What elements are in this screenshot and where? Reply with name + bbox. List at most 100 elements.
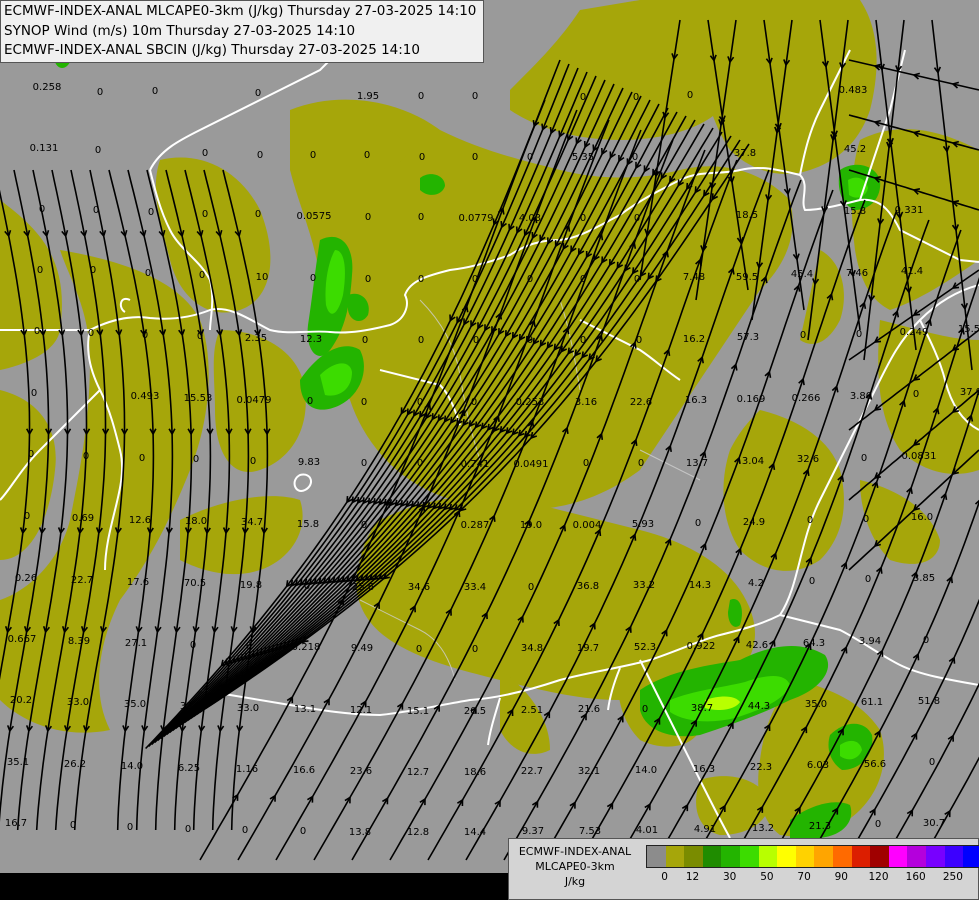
sbcin-value: 0 — [93, 205, 99, 216]
sbcin-value: 0 — [580, 92, 586, 103]
legend-swatch — [702, 846, 722, 867]
map-canvas: 0.258 0 0 0 1.95 0 0 0 0 0 0.483 0.131 0 0 0 0 0 0 0 0 5.35 0… — [0, 0, 979, 900]
sbcin-value: 0 — [929, 757, 935, 768]
sbcin-value: 0 — [361, 520, 367, 531]
sbcin-value: 0 — [255, 209, 261, 220]
sbcin-value: 0 — [127, 822, 133, 833]
sbcin-value: 37.8 — [734, 148, 756, 159]
sbcin-value: 0.004 — [573, 520, 602, 531]
sbcin-value: 0 — [695, 518, 701, 529]
sbcin-value: 16.7 — [5, 818, 27, 829]
title-line-cape: ECMWF-INDEX-ANAL MLCAPE0-3km (J/kg) Thur… — [4, 3, 477, 19]
sbcin-value: 20.5 — [464, 706, 486, 717]
sbcin-value: 0 — [417, 397, 423, 408]
sbcin-value: 15.8 — [844, 206, 866, 217]
sbcin-value: 0 — [70, 820, 76, 831]
legend-tick-label: 70 — [797, 871, 811, 883]
sbcin-value: 35.0 — [805, 699, 827, 710]
sbcin-value: 57.3 — [737, 332, 759, 343]
sbcin-value: 0 — [190, 640, 196, 651]
sbcin-value: 15.1 — [407, 706, 429, 717]
sbcin-value: 0 — [193, 454, 199, 465]
sbcin-value: 0 — [148, 207, 154, 218]
sbcin-value: 4.01 — [636, 825, 658, 836]
sbcin-value: 1.95 — [357, 91, 379, 102]
sbcin-value: 24.9 — [743, 517, 765, 528]
sbcin-value: 9.49 — [351, 643, 373, 654]
sbcin-value: 0 — [636, 335, 642, 346]
legend-swatch — [925, 846, 945, 867]
sbcin-value: 33.0 — [237, 703, 259, 714]
sbcin-value: 0 — [34, 326, 40, 337]
sbcin-value: 0.266 — [792, 393, 821, 404]
sbcin-value: 0 — [800, 330, 806, 341]
sbcin-value: 37.9 — [960, 387, 979, 398]
sbcin-value: 0 — [139, 453, 145, 464]
legend-tick-label: 30 — [723, 871, 737, 883]
legend-tick-label: 90 — [834, 871, 848, 883]
sbcin-value: 26.2 — [64, 759, 86, 770]
sbcin-value: 0 — [687, 90, 693, 101]
sbcin-value: 33.0 — [180, 701, 202, 712]
weather-map[interactable]: 0.258 0 0 0 1.95 0 0 0 0 0 0.483 0.131 0 0 0 0 0 0 0 0 5.35 0… — [0, 0, 979, 900]
sbcin-value: 1.16 — [236, 764, 258, 775]
sbcin-value: 12.3 — [300, 334, 322, 345]
sbcin-value: 0 — [472, 274, 478, 285]
sbcin-value: 0 — [310, 273, 316, 284]
legend-swatch — [758, 846, 778, 867]
sbcin-value: 0 — [37, 265, 43, 276]
sbcin-value: 0 — [528, 582, 534, 593]
sbcin-value: 0 — [250, 456, 256, 467]
sbcin-value: 3.16 — [575, 397, 597, 408]
sbcin-value: 42.6 — [746, 640, 768, 651]
sbcin-value: 16.6 — [293, 765, 315, 776]
sbcin-value: 14.4 — [464, 827, 486, 838]
sbcin-value: 56.6 — [864, 759, 886, 770]
sbcin-value: 16.0 — [911, 512, 933, 523]
sbcin-value: 12.8 — [407, 827, 429, 838]
sbcin-value: 45.2 — [844, 144, 866, 155]
legend-tick-label: 50 — [760, 871, 774, 883]
sbcin-value: 0.741 — [461, 459, 490, 470]
sbcin-value: 0.258 — [33, 82, 62, 93]
sbcin-value: 0 — [304, 581, 310, 592]
sbcin-value: 0 — [88, 328, 94, 339]
legend-tick-label: 120 — [868, 871, 889, 883]
legend-color-bar — [646, 845, 979, 868]
sbcin-value: 0 — [185, 824, 191, 835]
sbcin-value: 0 — [361, 397, 367, 408]
bottom-strip — [0, 873, 508, 900]
sbcin-value: 33.2 — [633, 580, 655, 591]
sbcin-value: 0.253 — [516, 397, 545, 408]
sbcin-value: 14.0 — [121, 761, 143, 772]
sbcin-value: 0 — [913, 389, 919, 400]
sbcin-value: 0 — [632, 152, 638, 163]
sbcin-value: 21.6 — [578, 704, 600, 715]
sbcin-value: 51.8 — [918, 696, 940, 707]
sbcin-value: 0 — [197, 331, 203, 342]
legend-tick-label: 160 — [905, 871, 926, 883]
sbcin-value: 38.7 — [691, 703, 713, 714]
sbcin-value: 0 — [307, 396, 313, 407]
sbcin-value: 0.249 — [900, 327, 929, 338]
sbcin-value: 16.3 — [693, 764, 715, 775]
sbcin-value: 14.3 — [689, 580, 711, 591]
sbcin-value: 0.667 — [8, 634, 37, 645]
sbcin-value: 13.7 — [686, 458, 708, 469]
sbcin-value: 36.8 — [577, 581, 599, 592]
sbcin-value: 20.2 — [10, 695, 32, 706]
sbcin-value: 2.35 — [245, 333, 267, 344]
legend-swatch — [814, 846, 833, 867]
sbcin-value: 23.6 — [350, 766, 372, 777]
sbcin-value: 0 — [875, 819, 881, 830]
legend: ECMWF-INDEX-ANAL MLCAPE0-3km J/kg 0 12 30 5… — [508, 838, 979, 900]
legend-line1: ECMWF-INDEX-ANAL — [518, 845, 632, 858]
sbcin-value: 35.0 — [124, 699, 146, 710]
sbcin-value: 19.8 — [240, 580, 262, 591]
sbcin-value: 3.04 — [742, 456, 764, 467]
sbcin-value: 0 — [809, 576, 815, 587]
sbcin-value: 0 — [142, 330, 148, 341]
sbcin-value: 0 — [95, 145, 101, 156]
sbcin-value: 52.3 — [634, 642, 656, 653]
sbcin-value: 0 — [145, 268, 151, 279]
